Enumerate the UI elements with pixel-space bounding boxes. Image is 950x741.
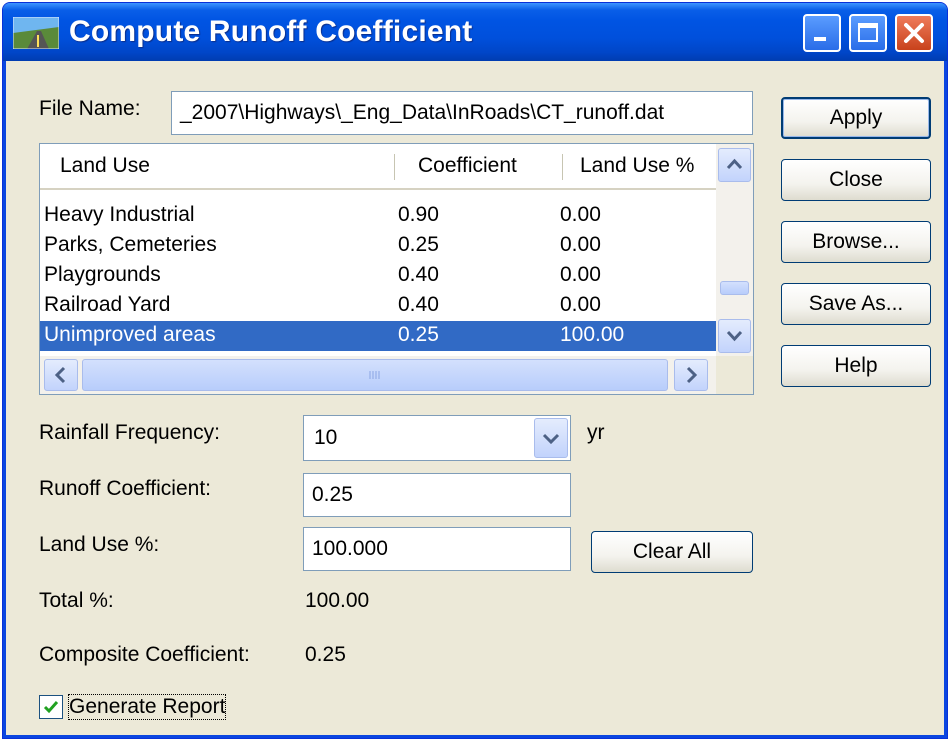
minimize-icon: [814, 37, 826, 41]
rainfall-frequency-label: Rainfall Frequency:: [39, 421, 220, 444]
cell-land-use: Parks, Cemeteries: [44, 233, 217, 256]
horizontal-scroll-thumb[interactable]: [82, 359, 668, 391]
cell-land-use-pct: 0.00: [560, 293, 601, 316]
table-row[interactable]: Heavy Industrial 0.90 0.00: [40, 201, 716, 231]
cell-land-use: Playgrounds: [44, 263, 161, 286]
column-divider[interactable]: [394, 154, 395, 180]
maximize-button[interactable]: [849, 14, 887, 52]
maximize-icon: [858, 23, 878, 42]
land-use-pct-field[interactable]: 100.000: [303, 527, 571, 571]
chevron-down-icon: [726, 330, 743, 342]
scroll-down-button[interactable]: [718, 319, 751, 353]
cell-coefficient: 0.40: [398, 263, 439, 286]
compute-runoff-dialog: Compute Runoff Coefficient File Name: _2…: [2, 2, 948, 739]
table-row[interactable]: Railroad Yard 0.40 0.00: [40, 291, 716, 321]
chevron-up-icon: [726, 158, 743, 170]
column-header-land-use-pct[interactable]: Land Use %: [580, 144, 694, 188]
close-button[interactable]: Close: [781, 159, 931, 201]
save-as-button[interactable]: Save As...: [781, 283, 931, 325]
scroll-left-button[interactable]: [44, 359, 78, 391]
cell-coefficient: 0.40: [398, 293, 439, 316]
column-header-land-use[interactable]: Land Use: [60, 144, 150, 188]
close-icon: [904, 23, 924, 43]
cell-land-use-pct: 0.00: [560, 233, 601, 256]
cell-coefficient: 0.90: [398, 203, 439, 226]
checkmark-icon: [43, 701, 59, 714]
browse-button[interactable]: Browse...: [781, 221, 931, 263]
chevron-right-icon: [686, 366, 698, 384]
rainfall-frequency-select[interactable]: 10: [303, 415, 571, 461]
file-name-label: File Name:: [39, 97, 141, 120]
close-window-button[interactable]: [895, 14, 933, 52]
table-row-selected[interactable]: Unimproved areas 0.25 100.00: [40, 321, 716, 351]
land-use-table[interactable]: Land Use Coefficient Land Use % Heavy In…: [39, 143, 754, 395]
column-header-coefficient[interactable]: Coefficient: [418, 144, 517, 188]
composite-coefficient-label: Composite Coefficient:: [39, 643, 250, 666]
scrollbar-corner: [716, 356, 753, 394]
table-row[interactable]: Playgrounds 0.40 0.00: [40, 261, 716, 291]
rainfall-unit-label: yr: [587, 421, 605, 444]
app-road-icon: [13, 17, 59, 49]
minimize-button[interactable]: [803, 14, 841, 52]
chevron-down-icon: [542, 433, 560, 445]
window-title: Compute Runoff Coefficient: [69, 15, 473, 48]
generate-report-checkbox[interactable]: [39, 695, 63, 719]
rainfall-frequency-value: 10: [314, 426, 338, 449]
total-pct-value: 100.00: [305, 589, 370, 612]
composite-coefficient-value: 0.25: [305, 643, 346, 666]
runoff-coefficient-label: Runoff Coefficient:: [39, 477, 211, 500]
column-divider[interactable]: [562, 154, 563, 180]
runoff-coefficient-field[interactable]: 0.25: [303, 473, 571, 517]
clear-all-button[interactable]: Clear All: [591, 531, 753, 573]
grip-icon: [369, 371, 380, 379]
dropdown-button[interactable]: [534, 418, 568, 458]
cell-land-use: Unimproved areas: [44, 323, 216, 346]
help-button[interactable]: Help: [781, 345, 931, 387]
cell-land-use: Heavy Industrial: [44, 203, 195, 226]
cell-coefficient: 0.25: [398, 233, 439, 256]
cell-land-use: Railroad Yard: [44, 293, 171, 316]
table-header: Land Use Coefficient Land Use %: [40, 144, 716, 190]
title-bar[interactable]: Compute Runoff Coefficient: [3, 3, 947, 61]
cell-land-use-pct: 0.00: [560, 203, 601, 226]
total-pct-label: Total %:: [39, 589, 114, 612]
vertical-scroll-thumb[interactable]: [720, 281, 749, 295]
land-use-pct-label: Land Use %:: [39, 533, 160, 556]
scroll-right-button[interactable]: [674, 359, 708, 391]
generate-report-label[interactable]: Generate Report: [67, 694, 227, 720]
table-row[interactable]: Parks, Cemeteries 0.25 0.00: [40, 231, 716, 261]
scroll-up-button[interactable]: [718, 148, 751, 182]
cell-land-use-pct: 100.00: [560, 323, 625, 346]
cell-coefficient: 0.25: [398, 323, 439, 346]
chevron-left-icon: [54, 366, 66, 384]
vertical-scrollbar[interactable]: [716, 144, 753, 356]
apply-button[interactable]: Apply: [781, 97, 931, 139]
cell-land-use-pct: 0.00: [560, 263, 601, 286]
file-name-field[interactable]: _2007\Highways\_Eng_Data\InRoads\CT_runo…: [171, 91, 753, 135]
horizontal-scrollbar[interactable]: [40, 356, 716, 394]
